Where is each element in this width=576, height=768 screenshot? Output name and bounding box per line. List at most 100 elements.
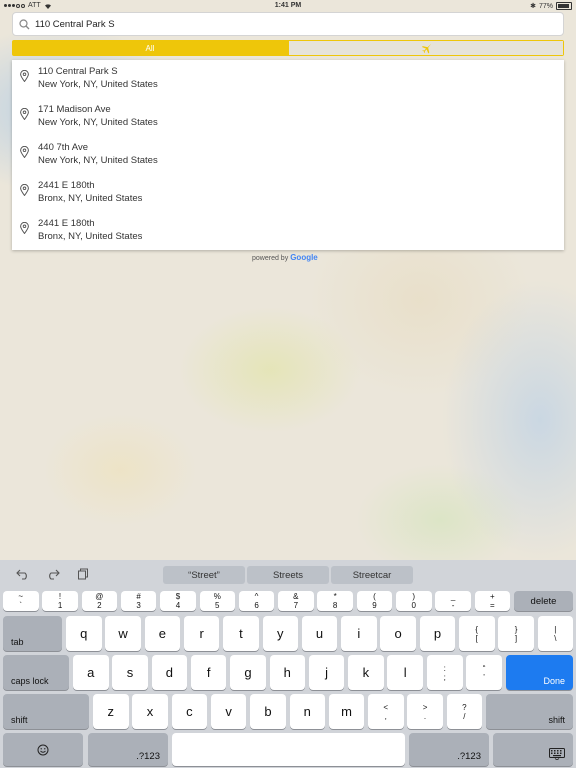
letter-key[interactable]: b <box>250 694 286 729</box>
letter-key[interactable]: m <box>328 694 365 729</box>
done-key[interactable]: Done <box>506 655 573 690</box>
symbol-key[interactable]: :; <box>427 655 463 690</box>
number-key[interactable]: @2 <box>81 591 118 611</box>
letter-key[interactable]: o <box>380 616 416 651</box>
letter-key[interactable]: u <box>301 616 338 651</box>
redo-icon[interactable] <box>46 568 60 580</box>
filter-segmented-control: All <box>12 40 564 56</box>
key-bottom-symbol: 0 <box>411 601 416 610</box>
result-subtitle: Bronx, NY, United States <box>38 231 143 242</box>
shift-left-key[interactable]: shift <box>3 694 89 729</box>
numbers-key-left[interactable]: .?123 <box>88 733 168 766</box>
segment-airports[interactable] <box>288 40 564 56</box>
key-bottom-symbol: ; <box>443 672 446 682</box>
letter-key[interactable]: r <box>183 616 220 651</box>
letter-key[interactable]: a <box>73 655 109 690</box>
letter-key[interactable]: z <box>93 694 129 729</box>
undo-icon[interactable] <box>16 568 30 580</box>
result-item[interactable]: 171 Madison Ave New York, NY, United Sta… <box>12 98 564 136</box>
emoji-key[interactable] <box>3 733 83 766</box>
key-top-symbol: ~ <box>18 592 24 601</box>
hide-keyboard-key[interactable] <box>493 733 573 766</box>
number-key[interactable]: & 7 <box>278 591 314 611</box>
bluetooth-icon: ✱ <box>530 3 536 10</box>
key-bottom-symbol: 7 <box>293 601 299 610</box>
number-key[interactable]: (9 <box>356 591 393 611</box>
letter-key[interactable]: v <box>210 694 247 729</box>
letter-key[interactable]: g <box>230 655 266 690</box>
letter-key[interactable]: c <box>171 694 208 729</box>
letter-key[interactable]: q <box>66 616 102 651</box>
keyboard-icon <box>549 748 565 760</box>
letter-key[interactable]: i <box>341 616 377 651</box>
result-item[interactable]: 2441 E 180th Bronx, NY, United States <box>12 212 564 250</box>
number-key[interactable]: ~ ` <box>3 591 39 611</box>
key-top-symbol: ^ <box>254 592 259 601</box>
segment-all[interactable]: All <box>12 40 288 56</box>
delete-key[interactable]: delete <box>514 591 573 611</box>
letter-key[interactable]: x <box>132 694 168 729</box>
powered-by-label: powered by <box>252 255 289 262</box>
letter-key[interactable]: s <box>112 655 148 690</box>
letter-key[interactable]: d <box>151 655 188 690</box>
number-key[interactable]: #3 <box>120 591 157 611</box>
emoji-icon <box>37 744 49 755</box>
number-key[interactable]: _ - <box>435 591 471 611</box>
key-top-symbol: > <box>422 702 428 712</box>
paste-icon[interactable] <box>77 568 89 580</box>
key-bottom-symbol: = <box>490 601 495 610</box>
key-bottom-symbol: [ <box>475 633 478 643</box>
result-subtitle: New York, NY, United States <box>38 117 158 128</box>
number-key[interactable]: * 8 <box>317 591 353 611</box>
number-key[interactable]: $4 <box>160 591 196 611</box>
location-pin-icon <box>20 146 29 158</box>
letter-key[interactable]: l <box>387 655 423 690</box>
keyboard: “Street” Streets Streetcar ~ `! 1 @2 #3 $4% 5 ^… <box>0 560 576 768</box>
shift-right-key[interactable]: shift <box>486 694 573 729</box>
letter-key[interactable]: w <box>105 616 141 651</box>
number-key[interactable]: ^ 6 <box>238 591 275 611</box>
symbol-key[interactable]: >. <box>407 694 443 729</box>
result-item[interactable]: 2441 E 180th Bronx, NY, United States <box>12 174 564 212</box>
letter-key[interactable]: j <box>308 655 345 690</box>
number-key[interactable]: ! 1 <box>42 591 78 611</box>
location-pin-icon <box>20 108 29 120</box>
numbers-key-right[interactable]: .?123 <box>409 733 489 766</box>
space-bar[interactable] <box>172 733 405 766</box>
symbol-key[interactable]: }] <box>498 616 534 651</box>
suggestion-2[interactable]: Streets <box>247 566 329 584</box>
symbol-key[interactable]: ? / <box>446 694 483 729</box>
key-top-symbol: * <box>333 592 337 601</box>
symbol-key[interactable]: “’ <box>466 655 502 690</box>
number-key[interactable]: + = <box>474 591 511 611</box>
shift-label: shift <box>548 715 565 725</box>
letter-key[interactable]: h <box>269 655 305 690</box>
symbol-key[interactable]: {[ <box>459 616 495 651</box>
letter-key[interactable]: y <box>262 616 298 651</box>
letter-key[interactable]: t <box>223 616 259 651</box>
battery-percent: 77% <box>538 2 553 10</box>
letter-key[interactable]: e <box>144 616 181 651</box>
key-bottom-symbol: 4 <box>175 601 181 610</box>
number-key[interactable]: % 5 <box>199 591 235 611</box>
location-pin-icon <box>20 184 29 196</box>
key-top-symbol: { <box>475 624 479 634</box>
search-input[interactable]: 110 Central Park S <box>12 12 564 36</box>
key-top-symbol: % <box>213 592 221 601</box>
caps-lock-key[interactable]: caps lock <box>3 655 69 690</box>
keyboard-toolbar: “Street” Streets Streetcar <box>0 560 576 588</box>
key-top-symbol: $ <box>175 592 181 601</box>
search-text[interactable]: 110 Central Park S <box>35 19 115 30</box>
symbol-key[interactable]: | \ <box>537 616 574 651</box>
symbol-key[interactable]: <, <box>368 694 404 729</box>
letter-key[interactable]: p <box>419 616 456 651</box>
tab-key[interactable]: tab <box>3 616 62 651</box>
letter-key[interactable]: k <box>348 655 384 690</box>
suggestion-3[interactable]: Streetcar <box>331 566 413 584</box>
suggestion-1[interactable]: “Street” <box>163 566 245 584</box>
result-item[interactable]: 110 Central Park S New York, NY, United … <box>12 60 564 98</box>
number-key[interactable]: ) 0 <box>396 591 432 611</box>
result-item[interactable]: 440 7th Ave New York, NY, United States <box>12 136 564 174</box>
letter-key[interactable]: n <box>289 694 325 729</box>
letter-key[interactable]: f <box>190 655 227 690</box>
